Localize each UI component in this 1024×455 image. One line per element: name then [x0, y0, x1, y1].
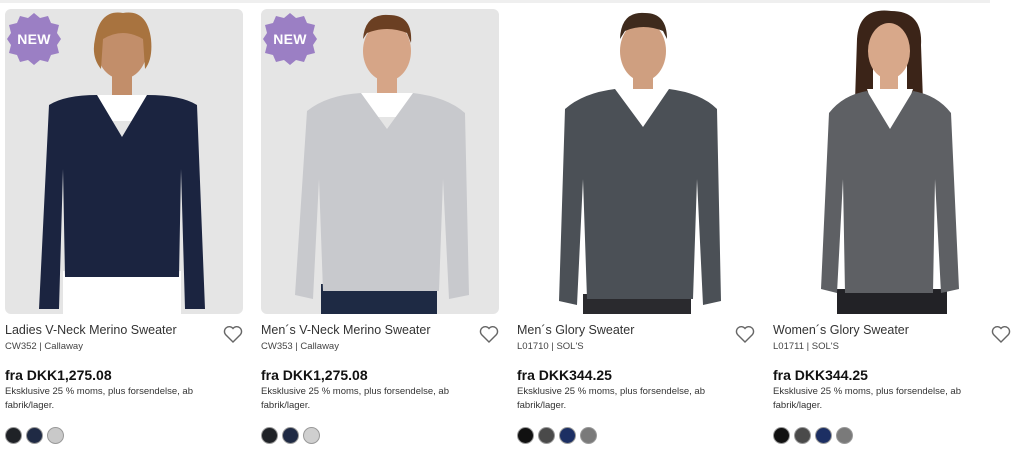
product-image[interactable] [517, 9, 755, 314]
product-grid: NEW Ladies V-Neck Merino Sweater CW352 |… [5, 9, 1011, 455]
new-badge: NEW [263, 12, 317, 66]
product-name[interactable]: Men´s V-Neck Merino Sweater [261, 323, 471, 337]
product-card[interactable]: NEW Ladies V-Neck Merino Sweater CW352 |… [5, 9, 243, 455]
color-swatch[interactable] [773, 427, 790, 444]
product-sku: CW352 | Callaway [5, 341, 83, 352]
color-swatch[interactable] [303, 427, 320, 444]
product-image[interactable] [773, 9, 1011, 314]
color-swatch[interactable] [517, 427, 534, 444]
vat-note: Eksklusive 25 % moms, plus forsendelse, … [5, 386, 193, 411]
color-swatch[interactable] [815, 427, 832, 444]
model-illustration [821, 10, 959, 314]
heart-outline-icon[interactable] [735, 325, 755, 343]
vat-note: Eksklusive 25 % moms, plus forsendelse, … [261, 386, 449, 411]
product-card[interactable]: Women´s Glory Sweater L01711 | SOL'S fra… [773, 9, 1011, 455]
color-swatch[interactable] [282, 427, 299, 444]
badge-label: NEW [273, 31, 307, 47]
product-card[interactable]: Men´s Glory Sweater L01710 | SOL'S fra D… [517, 9, 755, 455]
color-swatch[interactable] [5, 427, 22, 444]
vat-note: Eksklusive 25 % moms, plus forsendelse, … [773, 386, 961, 411]
product-price: fra DKK1,275.08 [5, 367, 112, 383]
product-card[interactable]: NEW Men´s V-Neck Merino Sweater CW353 | … [261, 9, 499, 455]
color-swatch[interactable] [538, 427, 555, 444]
heart-outline-icon[interactable] [479, 325, 499, 343]
color-swatch[interactable] [580, 427, 597, 444]
product-sku: CW353 | Callaway [261, 341, 339, 352]
product-sku: L01711 | SOL'S [773, 341, 839, 352]
product-price: fra DKK344.25 [517, 367, 612, 383]
product-price: fra DKK1,275.08 [261, 367, 368, 383]
heart-outline-icon[interactable] [223, 325, 243, 343]
product-image[interactable]: NEW [261, 9, 499, 314]
color-swatch[interactable] [794, 427, 811, 444]
model-illustration [559, 12, 721, 314]
product-image[interactable]: NEW [5, 9, 243, 314]
product-name[interactable]: Ladies V-Neck Merino Sweater [5, 323, 215, 337]
new-badge: NEW [7, 12, 61, 66]
product-name[interactable]: Men´s Glory Sweater [517, 323, 727, 337]
color-swatch[interactable] [26, 427, 43, 444]
top-divider [0, 0, 990, 3]
color-swatch[interactable] [836, 427, 853, 444]
color-swatch[interactable] [47, 427, 64, 444]
vat-note: Eksklusive 25 % moms, plus forsendelse, … [517, 386, 705, 411]
badge-label: NEW [17, 31, 51, 47]
color-swatch[interactable] [559, 427, 576, 444]
product-name[interactable]: Women´s Glory Sweater [773, 323, 983, 337]
product-price: fra DKK344.25 [773, 367, 868, 383]
heart-outline-icon[interactable] [991, 325, 1011, 343]
product-sku: L01710 | SOL'S [517, 341, 584, 352]
color-swatch[interactable] [261, 427, 278, 444]
